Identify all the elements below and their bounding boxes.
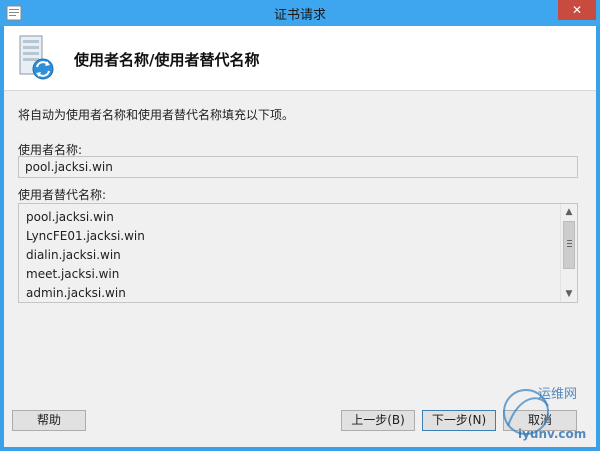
alternative-names-list[interactable]: pool.jacksi.win LyncFE01.jacksi.win dial… [18,203,578,303]
description-text: 将自动为使用者名称和使用者替代名称填充以下项。 [18,108,295,122]
alternative-names-items: pool.jacksi.win LyncFE01.jacksi.win dial… [26,208,145,303]
vertical-scrollbar[interactable]: ▲ ▼ [560,204,577,302]
scroll-thumb[interactable] [563,221,575,269]
scroll-down-arrow-icon[interactable]: ▼ [561,286,577,302]
dialog-window: 证书请求 ✕ 使用者名称/使用者替代名称 将自动为使用者名称和使用者替代名称填充… [0,0,600,451]
wizard-header: 使用者名称/使用者替代名称 [4,26,596,91]
grip-line [567,240,572,241]
close-button[interactable]: ✕ [558,0,596,20]
scroll-up-arrow-icon[interactable]: ▲ [561,204,577,220]
server-certificate-icon [19,35,54,80]
grip-line [567,246,572,247]
dialog-client-area: 使用者名称/使用者替代名称 将自动为使用者名称和使用者替代名称填充以下项。 使用… [4,26,596,447]
help-button[interactable]: 帮助 [12,410,86,431]
list-item[interactable]: dialin.jacksi.win [26,246,145,265]
window-title: 证书请求 [273,8,326,23]
next-button[interactable]: 下一步(N) [422,410,496,431]
list-item[interactable]: LyncFE01.jacksi.win [26,227,145,246]
subject-name-field[interactable]: pool.jacksi.win [18,156,578,178]
alternative-names-label: 使用者替代名称: [18,188,107,202]
list-item[interactable]: meet.jacksi.win [26,265,145,284]
grip-line [567,243,572,244]
cancel-button[interactable]: 取消 [503,410,577,431]
title-bar[interactable]: 证书请求 ✕ [0,0,600,26]
list-item[interactable]: admin.jacksi.win [26,284,145,303]
back-button[interactable]: 上一步(B) [341,410,415,431]
page-title: 使用者名称/使用者替代名称 [74,51,260,69]
list-item[interactable]: pool.jacksi.win [26,208,145,227]
